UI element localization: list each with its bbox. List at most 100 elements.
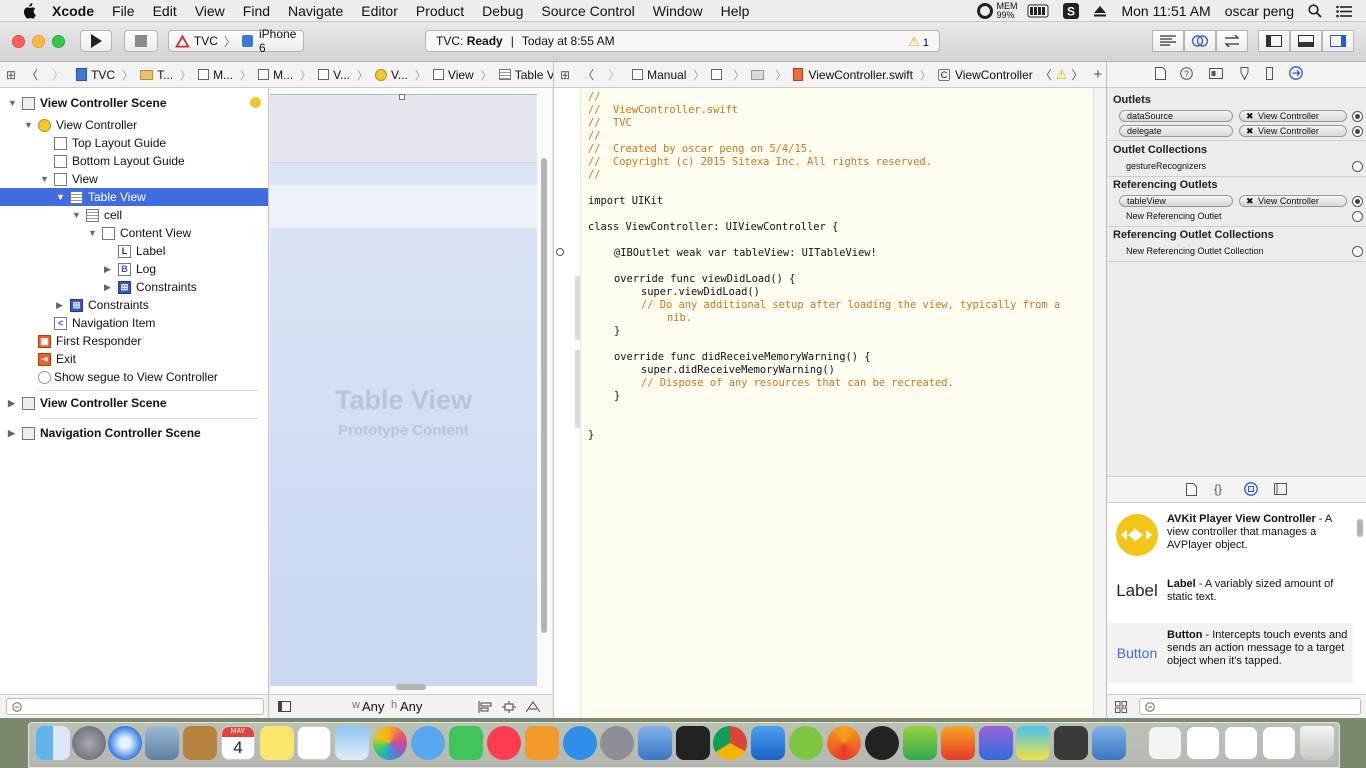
system-preferences-icon[interactable] <box>600 726 634 760</box>
connection-circle-icon[interactable] <box>1352 161 1363 172</box>
size-class-width[interactable]: Any <box>362 699 384 714</box>
connection-circle-icon[interactable] <box>1352 211 1363 222</box>
app-icon-green[interactable] <box>903 726 937 760</box>
jump-item-view[interactable]: View <box>432 68 474 82</box>
outline-row-view-controller-scene[interactable]: ▼ View Controller Scene <box>0 94 268 112</box>
assistant-code-editor[interactable]: // // ViewController.swift // TVC // // … <box>553 88 1107 718</box>
screenshot-stack-icon[interactable] <box>1224 726 1258 760</box>
library-item-avkit[interactable]: AVKit Player View Controller - A view co… <box>1107 507 1353 563</box>
connection-circle-icon[interactable] <box>1352 126 1363 137</box>
outline-row-navigation-controller-scene[interactable]: ▶ Navigation Controller Scene <box>0 424 268 442</box>
menu-editor[interactable]: Editor <box>361 3 398 19</box>
jump-item-table-view[interactable]: Table View <box>498 68 553 82</box>
outlet-row-datasource[interactable]: dataSource ✖ View Controller <box>1119 110 1363 123</box>
battery-meter-icon[interactable] <box>1027 4 1049 18</box>
code-area[interactable]: // // ViewController.swift // TVC // // … <box>581 88 1093 718</box>
disclosure-open-icon[interactable]: ▼ <box>72 210 81 220</box>
new-referencing-collection-row[interactable]: New Referencing Outlet Collection <box>1119 245 1363 258</box>
menu-file[interactable]: File <box>112 3 135 19</box>
trash-icon[interactable] <box>1300 726 1334 760</box>
menu-view[interactable]: View <box>195 3 225 19</box>
jump-item-symbol[interactable]: C ViewController <box>937 68 1033 82</box>
downloads-stack-icon[interactable] <box>1186 726 1220 760</box>
disconnect-icon[interactable]: ✖ <box>1246 126 1254 137</box>
canvas-vertical-scrollbar[interactable] <box>541 158 547 633</box>
file-inspector-icon[interactable] <box>1155 66 1166 83</box>
photos-icon[interactable] <box>373 726 407 760</box>
jump-item-storyboard[interactable]: M... <box>198 68 233 82</box>
eject-icon[interactable] <box>1093 5 1107 17</box>
menu-navigate[interactable]: Navigate <box>288 3 343 19</box>
outline-row-bottom-layout-guide[interactable]: Bottom Layout Guide <box>0 152 268 170</box>
zoom-window-button[interactable] <box>52 35 65 48</box>
related-items-grid-icon[interactable]: ⊞ <box>560 68 570 82</box>
library-item-label[interactable]: Label Label - A variably sized amount of… <box>1107 563 1353 619</box>
app-icon-orange[interactable] <box>827 726 861 760</box>
terminal-icon[interactable] <box>676 726 710 760</box>
disclosure-open-icon[interactable]: ▼ <box>88 228 97 238</box>
outlet-collection-row[interactable]: gestureRecognizers <box>1119 160 1363 173</box>
add-editor-icon[interactable]: + <box>1093 66 1102 83</box>
disclosure-open-icon[interactable]: ▼ <box>40 174 49 184</box>
resize-handle[interactable] <box>399 94 405 100</box>
apple-icon[interactable] <box>20 2 38 19</box>
jump-item-project[interactable]: TVC <box>76 68 115 82</box>
outline-row-table-view[interactable]: ▼ Table View <box>0 188 268 206</box>
warning-icon[interactable]: ⚠ <box>1056 67 1068 83</box>
android-studio-icon[interactable] <box>789 726 823 760</box>
jump-item-folder[interactable] <box>751 69 768 80</box>
chrome-icon[interactable] <box>713 726 747 760</box>
standard-editor-button[interactable] <box>1152 30 1184 52</box>
connections-inspector-icon[interactable] <box>1289 66 1303 83</box>
app-s-icon[interactable]: S <box>1063 3 1080 19</box>
outlet-connection-icon[interactable] <box>556 248 564 256</box>
app-icon-dark[interactable] <box>865 726 899 760</box>
messages-icon[interactable] <box>411 726 445 760</box>
toggle-utilities-button[interactable] <box>1322 30 1354 52</box>
stop-button[interactable] <box>124 30 158 52</box>
activity-warning[interactable]: ⚠ 1 <box>908 34 929 50</box>
pin-icon[interactable] <box>502 701 516 713</box>
intellij-icon[interactable] <box>751 726 785 760</box>
disclosure-open-icon[interactable]: ▼ <box>24 120 33 130</box>
document-stack-icon[interactable] <box>1148 726 1182 760</box>
jump-item-scene[interactable]: V... <box>318 68 350 82</box>
code-snippet-icon[interactable]: {} <box>1214 482 1222 496</box>
app-icon-red[interactable] <box>941 726 975 760</box>
close-window-button[interactable] <box>12 35 25 48</box>
outlet-target[interactable]: ✖ View Controller <box>1239 125 1347 137</box>
xcode-icon[interactable] <box>638 726 672 760</box>
app-store-icon[interactable] <box>563 726 597 760</box>
outline-row-view[interactable]: ▼ View <box>0 170 268 188</box>
sublime-text-icon[interactable] <box>1054 726 1088 760</box>
back-chevron-icon[interactable]: 〈 <box>26 66 38 83</box>
jump-item-project[interactable] <box>711 69 726 80</box>
outline-row-cell[interactable]: ▼ cell <box>0 206 268 224</box>
clock[interactable]: Mon 11:51 AM <box>1121 3 1210 19</box>
menu-find[interactable]: Find <box>243 3 270 19</box>
minimize-window-button[interactable] <box>32 35 45 48</box>
canvas-horizontal-scrollbar[interactable] <box>396 684 426 690</box>
media-library-icon[interactable] <box>1274 483 1287 495</box>
connection-circle-icon[interactable] <box>1352 246 1363 257</box>
menu-edit[interactable]: Edit <box>153 3 177 19</box>
related-items-grid-icon[interactable]: ⊞ <box>6 68 16 82</box>
outline-row-content-view[interactable]: ▼ Content View <box>0 224 268 242</box>
version-editor-button[interactable] <box>1216 30 1248 52</box>
outline-row-exit[interactable]: ⇥ Exit <box>0 350 268 368</box>
scheme-selector[interactable]: TVC 〉 iPhone 6 <box>168 27 304 55</box>
calendar-icon[interactable]: MAY 4 <box>221 726 255 760</box>
preview-icon[interactable] <box>145 726 179 760</box>
forward-chevron-icon[interactable]: 〉 <box>608 66 620 83</box>
contacts-icon[interactable] <box>183 726 217 760</box>
maps-icon[interactable] <box>335 726 369 760</box>
disconnect-icon[interactable]: ✖ <box>1246 196 1254 207</box>
prototype-cell[interactable] <box>270 185 537 229</box>
outline-row-top-layout-guide[interactable]: Top Layout Guide <box>0 134 268 152</box>
launchpad-icon[interactable] <box>72 726 106 760</box>
jump-item-file[interactable]: ViewController.swift <box>793 68 913 82</box>
referencing-outlet-row[interactable]: tableView ✖ View Controller <box>1119 195 1363 208</box>
outline-row-constraints[interactable]: ▶ ⊞ Constraints <box>0 296 268 314</box>
align-icon[interactable] <box>478 701 492 713</box>
library-filter-field[interactable] <box>1139 698 1361 715</box>
